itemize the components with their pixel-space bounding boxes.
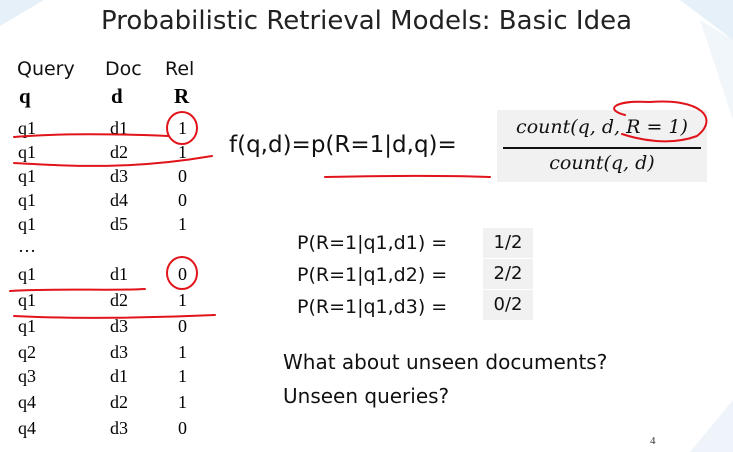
circle-annotation-rel-0 bbox=[166, 256, 198, 290]
circle-annotation-rel-1 bbox=[166, 111, 198, 145]
slide: Probabilistic Retrieval Models: Basic Id… bbox=[0, 0, 733, 452]
underline-row-q1-d1-top bbox=[13, 133, 169, 138]
underline-formula bbox=[324, 174, 491, 178]
underline-row-q1-d1-second bbox=[9, 288, 146, 292]
circle-annotation-numerator bbox=[613, 100, 708, 143]
underline-row-q1-d2-bottom bbox=[13, 155, 213, 167]
red-annotations bbox=[9, 100, 708, 319]
underline-row-q1-d2-second bbox=[13, 314, 216, 319]
